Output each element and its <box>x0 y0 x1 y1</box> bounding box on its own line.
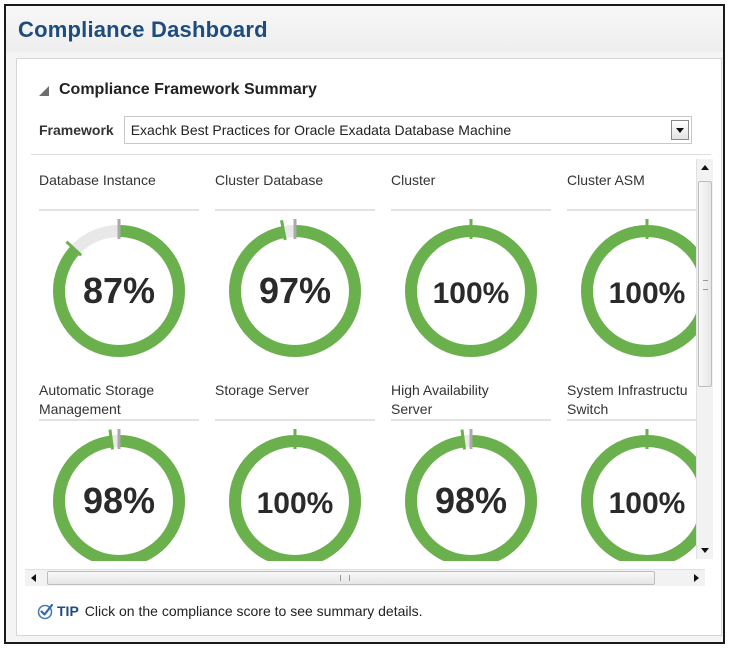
vertical-scroll-thumb[interactable] <box>698 181 712 387</box>
tip-row: TIP Click on the compliance score to see… <box>37 601 422 621</box>
compliance-score[interactable]: 100% <box>609 487 686 520</box>
collapse-triangle-icon[interactable] <box>39 86 49 96</box>
gauge-label: Cluster Database <box>215 171 375 211</box>
compliance-gauge[interactable]: 100% <box>225 427 365 561</box>
horizontal-scrollbar[interactable] <box>25 569 705 586</box>
compliance-score[interactable]: 98% <box>83 480 155 521</box>
gauge-label-line: Cluster ASM <box>567 172 645 188</box>
gauge-tile[interactable]: Database Instance 87% <box>39 171 199 381</box>
gauge-label-line: Database Instance <box>39 172 156 188</box>
compliance-gauge[interactable]: 100% <box>401 217 541 357</box>
vertical-scrollbar[interactable] <box>696 159 713 559</box>
compliance-gauge[interactable]: 98% <box>401 427 541 561</box>
title-bar: Compliance Dashboard <box>6 6 723 52</box>
compliance-score[interactable]: 100% <box>433 277 510 310</box>
gauge-label-line: Cluster Database <box>215 172 324 188</box>
horizontal-scroll-thumb[interactable] <box>47 571 655 585</box>
compliance-gauge[interactable]: 87% <box>49 217 189 357</box>
compliance-score[interactable]: 98% <box>435 480 507 521</box>
dashboard-window: Compliance Dashboard Compliance Framewor… <box>4 4 725 644</box>
gauge-tile[interactable]: High Availability Server 98% <box>391 381 551 561</box>
framework-label: Framework <box>39 122 114 138</box>
gauge-grid: Database Instance 87% Cluster Database 97% C… <box>25 171 705 561</box>
gauge-tile[interactable]: System Infrastructu Switch 100% <box>567 381 705 561</box>
scroll-down-icon[interactable] <box>701 548 709 553</box>
gauge-label: Database Instance <box>39 171 199 211</box>
dropdown-button[interactable] <box>670 120 689 140</box>
chevron-down-icon <box>675 127 684 133</box>
gauge-label-line: System Infrastructu <box>567 382 688 398</box>
gauge-label-line: Server <box>391 401 433 417</box>
compliance-score[interactable]: 87% <box>83 270 155 311</box>
compliance-gauge[interactable]: 100% <box>577 217 705 357</box>
section-header[interactable]: Compliance Framework Summary <box>39 79 317 101</box>
gauge-label: Storage Server <box>215 381 375 421</box>
compliance-gauge[interactable]: 100% <box>577 427 705 561</box>
gauge-label-line: High Availability <box>391 382 489 398</box>
gauge-label-line: Storage Server <box>215 382 310 398</box>
gauge-tile[interactable]: Cluster 100% <box>391 171 551 381</box>
gauge-label: System Infrastructu Switch <box>567 381 705 421</box>
gauge-tile[interactable]: Automatic Storage Management 98% <box>39 381 199 561</box>
gauge-label-line: Management <box>39 401 121 417</box>
compliance-gauge[interactable]: 98% <box>49 427 189 561</box>
checkmark-icon <box>37 603 54 620</box>
framework-row: Framework Exachk Best Practices for Orac… <box>39 115 692 145</box>
gauge-tile[interactable]: Storage Server 100% <box>215 381 375 561</box>
compliance-score[interactable]: 100% <box>609 277 686 310</box>
page-title: Compliance Dashboard <box>18 17 268 42</box>
gauge-label-line: Switch <box>567 401 609 417</box>
gauge-label: Automatic Storage Management <box>39 381 199 421</box>
gauge-label: Cluster ASM <box>567 171 705 211</box>
gauge-label-line: Automatic Storage <box>39 382 155 398</box>
framework-select-value: Exachk Best Practices for Oracle Exadata… <box>130 122 512 138</box>
tip-text: Click on the compliance score to see sum… <box>84 603 423 619</box>
scroll-left-icon[interactable] <box>31 574 36 582</box>
divider <box>31 154 711 155</box>
gauge-label: Cluster <box>391 171 551 211</box>
gauge-tile[interactable]: Cluster ASM 100% <box>567 171 705 381</box>
scroll-right-icon[interactable] <box>694 574 699 582</box>
tip-label: TIP <box>57 603 79 619</box>
grip-icon <box>340 575 350 581</box>
gauge-label: High Availability Server <box>391 381 551 421</box>
compliance-score[interactable]: 97% <box>259 270 331 311</box>
section-title: Compliance Framework Summary <box>59 81 317 98</box>
compliance-summary-panel: Compliance Framework Summary Framework E… <box>16 58 722 636</box>
compliance-score[interactable]: 100% <box>257 487 334 520</box>
gauge-label-line: Cluster <box>391 172 436 188</box>
framework-select[interactable]: Exachk Best Practices for Oracle Exadata… <box>123 116 692 144</box>
compliance-gauge[interactable]: 97% <box>225 217 365 357</box>
grip-icon <box>703 280 708 290</box>
gauge-tile[interactable]: Cluster Database 97% <box>215 171 375 381</box>
scroll-up-icon[interactable] <box>701 165 709 170</box>
